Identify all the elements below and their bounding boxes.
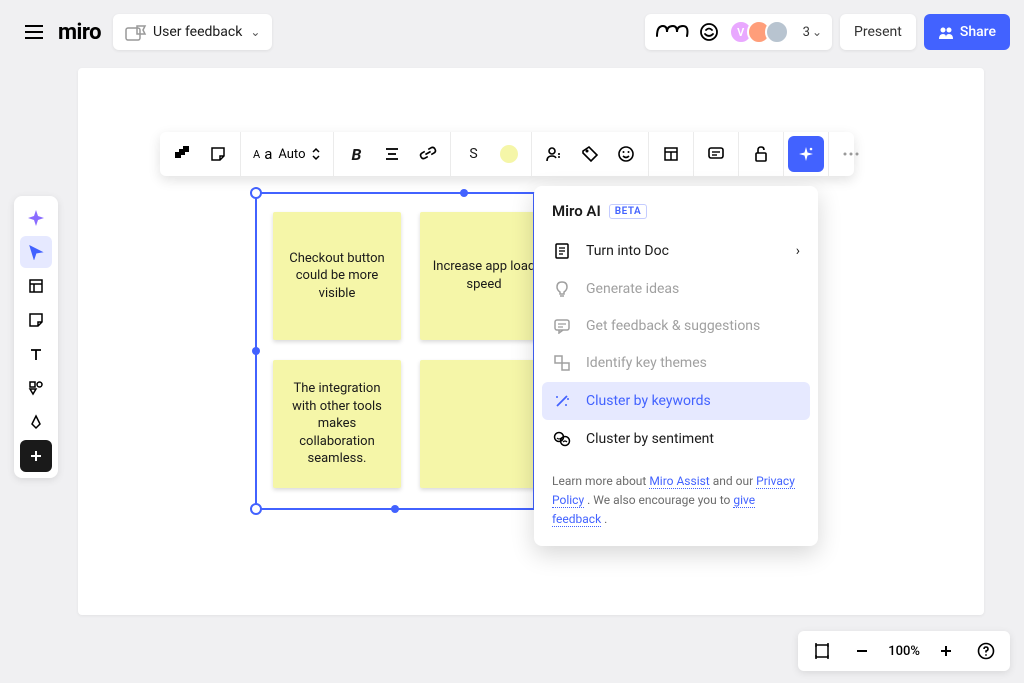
chevron-down-icon: ⌄ [812, 25, 822, 39]
sticky-style-button[interactable] [200, 136, 236, 172]
pen-tool[interactable] [20, 406, 52, 438]
stepper-icon [311, 147, 321, 161]
color-swatch-icon [500, 145, 518, 163]
reactions-button[interactable] [655, 22, 689, 42]
present-button[interactable]: Present [840, 14, 916, 50]
sticky-size-button[interactable]: S [455, 136, 491, 172]
resize-handle[interactable] [391, 505, 399, 513]
font-size-auto[interactable]: Aa Auto [245, 145, 329, 163]
bold-button[interactable]: B [338, 136, 374, 172]
miro-ai-button[interactable] [788, 136, 824, 172]
add-tool[interactable] [20, 440, 52, 472]
resize-handle[interactable] [252, 347, 260, 355]
resize-handle[interactable] [250, 503, 262, 515]
emoji-button[interactable] [608, 136, 644, 172]
ai-cluster-keywords[interactable]: Cluster by keywords [542, 382, 810, 420]
tag-button[interactable] [572, 136, 608, 172]
hamburger-icon [25, 25, 43, 39]
ai-identify-themes: Identify key themes [534, 344, 818, 382]
lock-button[interactable] [743, 136, 779, 172]
layout-button[interactable] [653, 136, 689, 172]
board-name-dropdown[interactable]: User feedback ⌄ [113, 14, 272, 50]
ai-turn-into-doc[interactable]: Turn into Doc › [534, 232, 818, 270]
themes-icon [552, 354, 572, 372]
ai-menu-title: Miro AI [552, 202, 601, 220]
ai-cluster-sentiment[interactable]: Cluster by sentiment [534, 420, 818, 458]
ai-tool[interactable] [20, 202, 52, 234]
text-tool[interactable] [20, 338, 52, 370]
lightbulb-icon [552, 280, 572, 298]
color-button[interactable] [491, 136, 527, 172]
zoom-controls: 100% [798, 631, 1010, 671]
align-button[interactable] [374, 136, 410, 172]
zoom-level[interactable]: 100% [888, 644, 920, 659]
board-name: User feedback [153, 24, 242, 40]
board-icon [125, 24, 145, 40]
zoom-out-button[interactable] [848, 637, 876, 665]
miro-ai-menu: Miro AI BETA Turn into Doc › Generate id… [534, 186, 818, 546]
ai-menu-footer: Learn more about Miro Assist and our Pri… [534, 458, 818, 530]
switch-type-button[interactable] [164, 136, 200, 172]
chevron-right-icon: › [796, 243, 800, 259]
zoom-in-button[interactable] [932, 637, 960, 665]
miro-assist-link[interactable]: Miro Assist [649, 474, 709, 489]
tools-toolbar [14, 196, 58, 478]
sentiment-icon [552, 430, 572, 448]
link-button[interactable] [410, 136, 446, 172]
share-icon [938, 24, 954, 40]
frame-tool[interactable] [20, 270, 52, 302]
document-icon [552, 242, 572, 260]
main-menu-button[interactable] [14, 12, 54, 52]
more-options-button[interactable] [833, 136, 869, 172]
author-button[interactable] [536, 136, 572, 172]
resize-handle[interactable] [460, 189, 468, 197]
collaborator-avatars[interactable]: V [729, 20, 789, 44]
wand-icon [552, 392, 572, 410]
collaboration-bar: V 3 ⌄ [645, 14, 832, 50]
select-tool[interactable] [20, 236, 52, 268]
collaborator-count[interactable]: 3 ⌄ [803, 25, 822, 40]
resize-handle[interactable] [250, 187, 262, 199]
fit-button[interactable] [808, 637, 836, 665]
ai-generate-ideas: Generate ideas [534, 270, 818, 308]
avatar [765, 20, 789, 44]
comment-button[interactable] [698, 136, 734, 172]
chevron-down-icon: ⌄ [250, 25, 260, 39]
ai-get-feedback: Get feedback & suggestions [534, 308, 818, 344]
help-button[interactable] [972, 637, 1000, 665]
miro-logo: miro [58, 20, 101, 45]
feedback-icon [552, 318, 572, 334]
selection-context-toolbar: Aa Auto B S [160, 132, 854, 176]
sticky-tool[interactable] [20, 304, 52, 336]
shapes-tool[interactable] [20, 372, 52, 404]
activity-button[interactable] [699, 22, 719, 42]
share-button[interactable]: Share [924, 14, 1010, 50]
beta-badge: BETA [609, 204, 647, 219]
selection-outline [255, 192, 535, 510]
